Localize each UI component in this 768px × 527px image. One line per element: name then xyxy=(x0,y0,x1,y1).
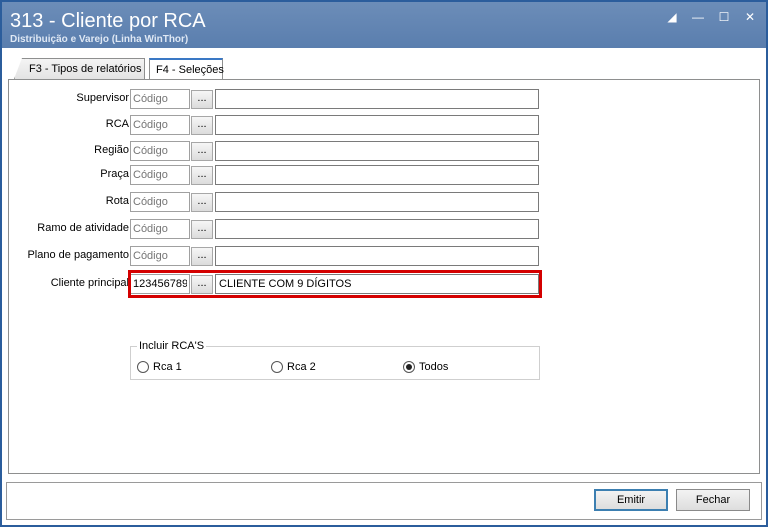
action-bar: Emitir Fechar xyxy=(6,482,762,520)
praca-description-field[interactable] xyxy=(215,165,539,185)
rca-options-group: Incluir RCA'S Rca 1 Rca 2 Todos xyxy=(130,340,540,380)
radio-checked-icon[interactable] xyxy=(403,361,415,373)
plano-pagamento-description-field[interactable] xyxy=(215,246,539,266)
radio-rca1[interactable]: Rca 1 xyxy=(137,361,182,373)
filter-label: Supervisor xyxy=(76,92,129,104)
minimize-icon[interactable]: — xyxy=(690,10,706,24)
highlight-box xyxy=(128,270,542,298)
ramo-atividade-lookup-button[interactable]: ... xyxy=(191,220,213,239)
filter-label: Rota xyxy=(105,195,129,207)
filter-label: Plano de pagamento xyxy=(27,249,129,261)
ramo-atividade-description-field[interactable] xyxy=(215,219,539,239)
rca-lookup-button[interactable]: ... xyxy=(191,116,213,135)
ramo-atividade-code-input[interactable] xyxy=(130,219,190,239)
radio-rca2[interactable]: Rca 2 xyxy=(271,361,316,373)
rca-code-input[interactable] xyxy=(130,115,190,135)
filter-row-rota: Rota ... xyxy=(9,192,761,212)
selections-panel: Supervisor ... RCA ... Região ... Praça xyxy=(8,79,760,474)
plano-pagamento-code-input[interactable] xyxy=(130,246,190,266)
filter-label: Ramo de atividade xyxy=(37,222,129,234)
radio-label: Todos xyxy=(419,361,449,373)
window-title: 313 - Cliente por RCA xyxy=(10,10,206,32)
rota-code-input[interactable] xyxy=(130,192,190,212)
filter-row-praca: Praça ... xyxy=(9,165,761,185)
tab-selecoes[interactable]: F4 - Seleções xyxy=(149,58,224,80)
app-window: 313 - Cliente por RCA Distribuição e Var… xyxy=(0,0,768,527)
regiao-code-input[interactable] xyxy=(130,141,190,161)
filter-row-cliente-principal: Cliente principal ... CLIENTE COM 9 DÍGI… xyxy=(9,270,761,298)
filter-row-regiao: Região ... xyxy=(9,141,761,161)
filter-row-rca: RCA ... xyxy=(9,115,761,135)
filter-row-plano-pagamento: Plano de pagamento ... xyxy=(9,246,761,266)
close-icon[interactable]: ✕ xyxy=(742,10,758,24)
rota-lookup-button[interactable]: ... xyxy=(191,193,213,212)
tab-tipos-relatorios[interactable]: F3 - Tipos de relatórios xyxy=(14,58,145,79)
emitir-button[interactable]: Emitir xyxy=(594,489,668,511)
radio-circle-icon[interactable] xyxy=(137,361,149,373)
window-subtitle: Distribuição e Varejo (Linha WinThor) xyxy=(10,34,189,45)
group-title: Incluir RCA'S xyxy=(137,340,207,352)
radio-circle-icon[interactable] xyxy=(271,361,283,373)
filter-row-ramo-atividade: Ramo de atividade ... xyxy=(9,219,761,239)
window-controls: ◢ — ☐ ✕ xyxy=(664,10,758,24)
title-bar: 313 - Cliente por RCA Distribuição e Var… xyxy=(2,2,766,48)
supervisor-description-field[interactable] xyxy=(215,89,539,109)
filter-row-supervisor: Supervisor ... xyxy=(9,89,761,109)
client-area: F3 - Tipos de relatórios F4 - Seleções S… xyxy=(2,48,766,525)
supervisor-lookup-button[interactable]: ... xyxy=(191,90,213,109)
fechar-button[interactable]: Fechar xyxy=(676,489,750,511)
maximize-icon[interactable]: ☐ xyxy=(716,10,732,24)
rca-description-field[interactable] xyxy=(215,115,539,135)
plano-pagamento-lookup-button[interactable]: ... xyxy=(191,247,213,266)
filter-label: Praça xyxy=(100,168,129,180)
filter-label: RCA xyxy=(105,118,129,130)
praca-code-input[interactable] xyxy=(130,165,190,185)
supervisor-code-input[interactable] xyxy=(130,89,190,109)
restore-edit-icon[interactable]: ◢ xyxy=(664,10,680,24)
radio-todos[interactable]: Todos xyxy=(403,361,448,373)
radio-label: Rca 2 xyxy=(287,361,316,373)
rota-description-field[interactable] xyxy=(215,192,539,212)
radio-label: Rca 1 xyxy=(153,361,182,373)
regiao-description-field[interactable] xyxy=(215,141,539,161)
filter-label: Cliente principal xyxy=(50,277,129,289)
praca-lookup-button[interactable]: ... xyxy=(191,166,213,185)
filter-label: Região xyxy=(94,144,129,156)
regiao-lookup-button[interactable]: ... xyxy=(191,142,213,161)
